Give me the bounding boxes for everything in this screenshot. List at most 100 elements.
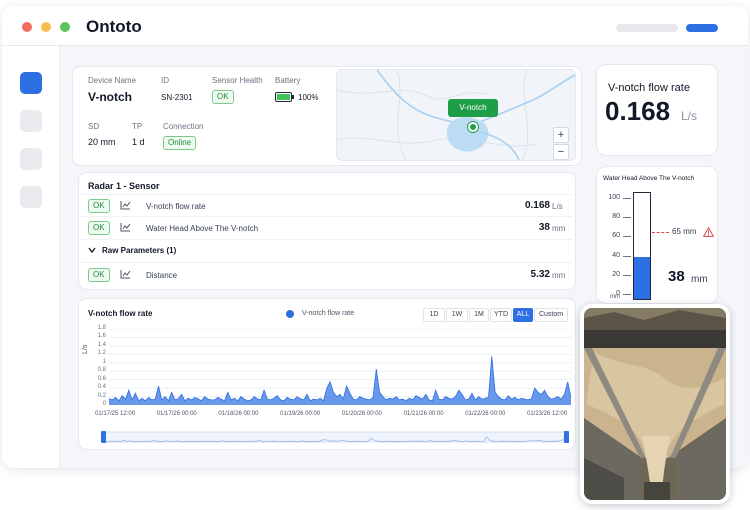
gauge-tick-label: 40: [612, 251, 620, 259]
chevron-down-icon[interactable]: [88, 246, 96, 254]
gauge-value-unit: mm: [691, 274, 708, 285]
divider: [82, 262, 572, 263]
gauge-tick-label: 100: [608, 194, 620, 201]
y-tick-label: 1.4: [97, 341, 106, 348]
gauge-tick-mark: [623, 236, 631, 238]
divider: [82, 216, 572, 217]
navigator-handle-left[interactable]: [101, 431, 106, 443]
lake-shape: [446, 117, 489, 152]
sensor-health-label: Sensor Health: [212, 76, 263, 85]
flow-rate-chart[interactable]: [109, 329, 571, 405]
water-head-row-value: 38: [538, 222, 550, 233]
x-tick-label: 01/23/26 12:00: [527, 411, 568, 417]
range-button-custom[interactable]: Custom: [534, 308, 568, 322]
gauge-tick-label: 20: [612, 270, 620, 278]
map-pin-icon[interactable]: [468, 122, 478, 132]
x-tick-label: 01/21/26 00:00: [403, 411, 444, 417]
close-window-button[interactable]: [22, 22, 32, 32]
y-tick-label: 0.8: [97, 367, 106, 374]
navigator-handle-right[interactable]: [564, 431, 569, 443]
flow-summary-title: V-notch flow rate: [608, 82, 690, 94]
gauge-tick-mark: [623, 217, 631, 219]
device-id-label: ID: [161, 76, 169, 85]
app-title: Ontoto: [86, 17, 142, 36]
sensor-health-badge: OK: [212, 90, 234, 104]
map-zoom-out-button[interactable]: −: [553, 144, 569, 160]
connection-label: Connection: [163, 122, 204, 131]
flow-rate-row-unit: L/s: [552, 202, 563, 211]
maximize-window-button[interactable]: [60, 22, 70, 32]
distance-row-value: 5.32: [530, 269, 550, 280]
range-button-ytd[interactable]: YTD: [490, 308, 512, 322]
gauge-value: 38: [668, 268, 685, 285]
sidebar-item-3[interactable]: [20, 148, 42, 170]
gauge-threshold-line: [652, 231, 669, 233]
battery-label: Battery: [275, 76, 301, 85]
gauge-tick-mark: [623, 255, 631, 257]
gauge-tick-mark: [623, 294, 631, 295]
primary-action-button[interactable]: [686, 24, 718, 32]
chart-icon[interactable]: [120, 200, 131, 210]
water-head-status-badge: OK: [88, 221, 110, 235]
chart-range-navigator[interactable]: [100, 430, 570, 444]
device-id-value: SN-2301: [161, 93, 193, 102]
range-button-1m[interactable]: 1M: [469, 308, 489, 322]
chart-y-axis-label: L/s: [82, 344, 89, 354]
gauge-tube: [633, 192, 651, 300]
y-tick-label: 1.6: [97, 333, 106, 340]
gauge-axis-unit: mm: [610, 294, 620, 300]
gauge-threshold-label: 65 mm: [672, 226, 697, 236]
title-bar: Ontoto: [2, 6, 748, 46]
tp-value: 1 d: [132, 137, 145, 147]
distance-row-name: Distance: [146, 271, 178, 280]
map-marker-label[interactable]: V-notch: [448, 99, 498, 117]
legend-marker: [286, 310, 294, 318]
water-head-row-unit: mm: [552, 224, 566, 233]
range-button-all[interactable]: ALL: [513, 308, 533, 322]
x-tick-label: 01/17/26 00:00: [156, 411, 197, 417]
flow-rate-row-value: 0.168: [524, 200, 550, 211]
chart-title: V-notch flow rate: [88, 309, 153, 318]
series-flow-rate-area[interactable]: [109, 356, 571, 405]
flow-summary-unit: L/s: [681, 109, 698, 123]
y-tick-label: 0.2: [97, 392, 106, 399]
divider: [82, 239, 572, 240]
sidebar-item-dashboard[interactable]: [20, 72, 42, 94]
chart-icon[interactable]: [120, 269, 131, 279]
device-name-value: V-notch: [88, 90, 132, 104]
flow-summary-value: 0.168: [605, 96, 671, 126]
distance-row-unit: mm: [552, 271, 566, 280]
chart-legend-label[interactable]: V-notch flow rate: [302, 310, 354, 317]
sd-label: SD: [88, 122, 100, 131]
chart-icon[interactable]: [120, 222, 131, 232]
y-tick-label: 0.6: [97, 375, 106, 382]
gauge-title: Water Head Above The V-notch: [603, 175, 695, 182]
navigator-track[interactable]: [103, 431, 567, 443]
battery-icon: [275, 92, 294, 102]
x-tick-label: 01/18/26 00:00: [218, 411, 259, 417]
warning-icon: [703, 226, 714, 237]
y-tick-label: 0: [102, 401, 106, 407]
sidebar-item-2[interactable]: [20, 110, 42, 132]
tp-label: TP: [132, 122, 143, 131]
search-bar-placeholder[interactable]: [616, 24, 678, 32]
sd-value: 20 mm: [88, 137, 116, 147]
sidebar-item-4[interactable]: [20, 186, 42, 208]
radar-title: Radar 1 - Sensor: [88, 181, 160, 191]
gauge-tick-label: 80: [612, 213, 620, 221]
battery-value: 100%: [298, 93, 319, 102]
flow-rate-row-name: V-notch flow rate: [146, 202, 206, 211]
range-button-1d[interactable]: 1D: [423, 308, 445, 322]
x-tick-label: 01/22/26 00:00: [465, 411, 506, 417]
gauge-tick-mark: [623, 198, 631, 199]
range-button-1w[interactable]: 1W: [446, 308, 468, 322]
map-zoom-in-button[interactable]: +: [553, 127, 569, 143]
water-head-row-name: Water Head Above The V-notch: [146, 224, 259, 233]
battery-level-fill: [277, 94, 290, 100]
distance-status-badge: OK: [88, 268, 110, 282]
x-tick-label: 01/20/26 00:00: [341, 411, 382, 417]
raw-parameters-toggle[interactable]: Raw Parameters (1): [102, 246, 176, 255]
y-tick-label: 1: [102, 358, 106, 365]
minimize-window-button[interactable]: [41, 22, 51, 32]
v-notch-weir-photo: [580, 304, 730, 504]
